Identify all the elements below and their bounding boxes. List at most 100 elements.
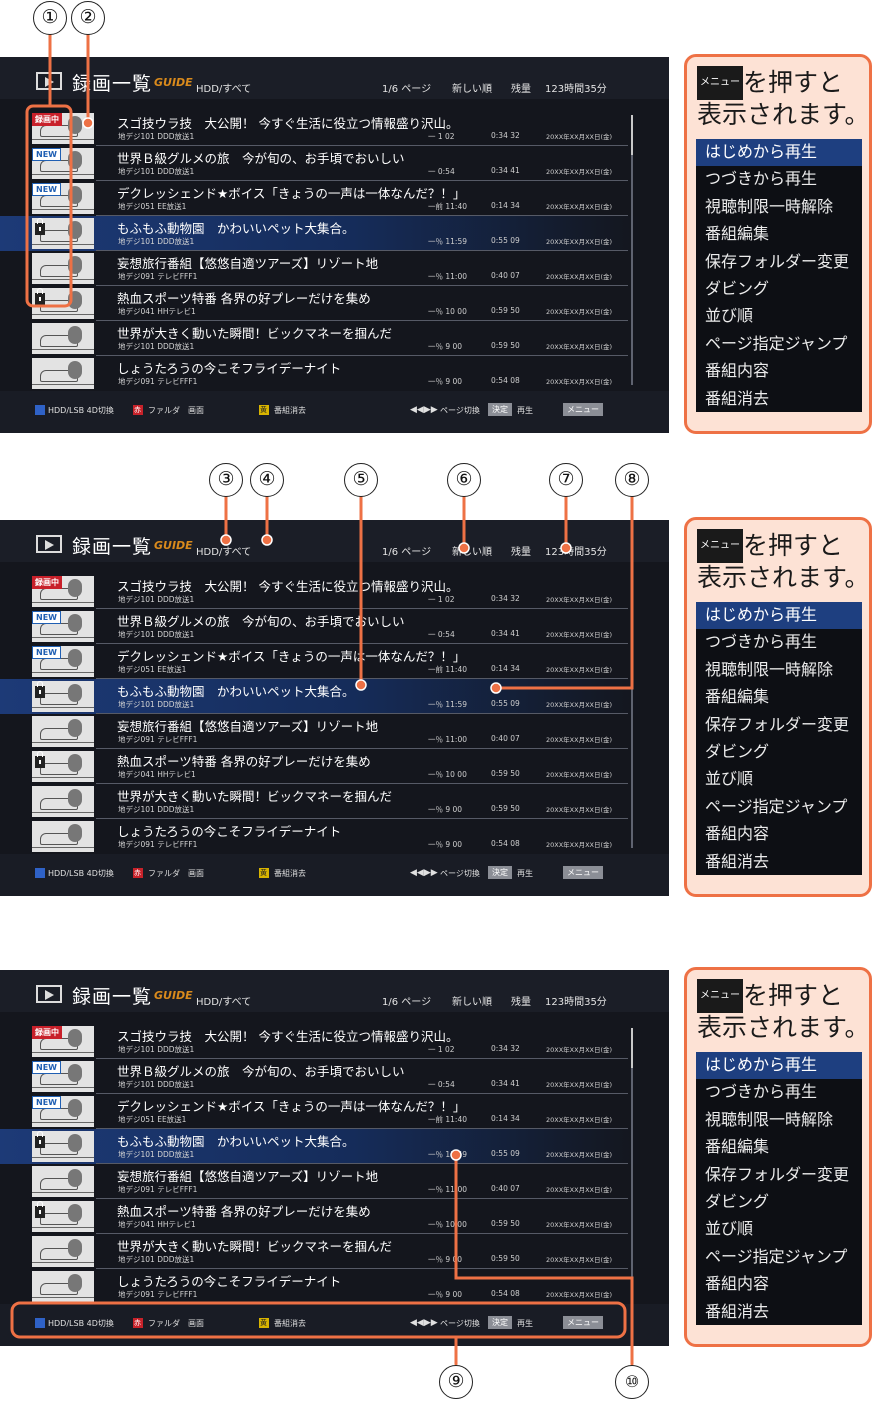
menu-item[interactable]: 視聴制限一時解除 [696,657,862,684]
sort-order[interactable]: 新しい順 [452,543,492,558]
remaining-time: 123時間35分 [545,84,607,95]
menu-item[interactable]: つづきから再生 [696,166,862,193]
footer-yellow-key: 黄 [260,869,267,877]
menu-item[interactable]: 番組内容 [696,821,862,848]
program-row[interactable]: しょうたろうの今こそフライデーナイト 地デジ091 テレビFFF1 一％ 9 00 0… [0,1269,640,1304]
menu-item[interactable]: 保存フォルダー変更 [696,712,862,739]
menu-item[interactable]: はじめから再生 [696,139,862,166]
program-channel: 地デジ051 EE放送1 [118,665,187,674]
footer-red-label: ファルダ 画面 [148,869,204,878]
program-row[interactable]: 妄想旅行番組【悠悠自適ツアーズ】リゾート地 地デジ091 テレビFFF1 一％ 11… [0,714,640,749]
menu-item[interactable]: 番組編集 [696,684,862,711]
callout-1: ① [33,1,67,35]
menu-item[interactable]: 並び順 [696,1216,862,1243]
program-date: 20XX年XX月XX日(金) [546,736,613,744]
program-day: 一％ 11:59 [428,237,467,246]
program-thumbnail [32,1201,94,1232]
program-row[interactable]: 録画中 スゴ技ウラ技 大公開！ 今すぐ生活に役立つ情報盛り沢山。 地デジ101 DD… [0,1024,640,1059]
menu-item[interactable]: 番組消去 [696,849,862,876]
program-duration: 0:14 34 [491,664,520,673]
scrollbar-thumb[interactable] [631,115,633,155]
footer-guide: HDD/LSB 4D切換 赤ファルダ 画面 黄番組消去 ◀◀▶▶ ページ切換 決定 再生 メニ… [0,854,669,896]
program-row[interactable]: 世界が大きく動いた瞬間！ビックマネーを掴んだ 地デジ101 DDD放送1 一％ 9 … [0,321,640,356]
program-row[interactable]: もふもふ動物園 かわいいペット大集合。 地デジ101 DDD放送1 一％ 11:59… [0,216,640,251]
guide-logo: GUIDE [154,539,193,552]
source-filter[interactable]: HDD/すべて [196,993,251,1008]
program-row[interactable]: 世界が大きく動いた瞬間！ビックマネーを掴んだ 地デジ101 DDD放送1 一％ 9 … [0,784,640,819]
menu-item[interactable]: ダビング [696,739,862,766]
program-row[interactable]: 世界が大きく動いた瞬間！ビックマネーを掴んだ 地デジ101 DDD放送1 一％ 9 … [0,1234,640,1269]
scrollbar[interactable] [631,1028,633,1298]
program-day: 一前 11:40 [428,665,467,674]
lock-icon [35,1131,45,1148]
program-row[interactable]: 熱血スポーツ特番 各界の好プレーだけを集め 地デジ041 HHテレビ1 一％ 10 … [0,1199,640,1234]
menu-item[interactable]: 番組編集 [696,221,862,248]
program-row[interactable]: NEW 世界Ｂ級グルメの旅 今が旬の、お手頃でおいしい 地デジ101 DDD放送1 一… [0,146,640,181]
program-channel: 地デジ101 DDD放送1 [118,1080,195,1089]
scrollbar[interactable] [631,115,633,385]
menu-item[interactable]: ダビング [696,1189,862,1216]
program-duration: 0:14 34 [491,1114,520,1123]
program-row[interactable]: 妄想旅行番組【悠悠自適ツアーズ】リゾート地 地デジ091 テレビFFF1 一％ 11… [0,1164,640,1199]
menu-item[interactable]: ダビング [696,276,862,303]
program-channel: 地デジ101 DDD放送1 [118,595,195,604]
menu-item[interactable]: 視聴制限一時解除 [696,194,862,221]
scrollbar-thumb[interactable] [631,1028,633,1068]
sort-order[interactable]: 新しい順 [452,80,492,95]
program-title: しょうたろうの今こそフライデーナイト [117,361,342,376]
sort-order[interactable]: 新しい順 [452,993,492,1008]
menu-item[interactable]: ページ指定ジャンプ [696,794,862,821]
menu-item[interactable]: 番組内容 [696,358,862,385]
page-indicator: 1/6 ページ [382,547,432,558]
program-title: 熱血スポーツ特番 各界の好プレーだけを集め [117,1204,371,1219]
program-duration: 0:55 09 [491,699,520,708]
program-date: 20XX年XX月XX日(金) [546,1221,613,1229]
menu-item[interactable]: 保存フォルダー変更 [696,1162,862,1189]
menu-item[interactable]: 番組消去 [696,386,862,413]
program-duration: 0:54 08 [491,839,520,848]
program-title: デクレッシェンド★ボイス「きょうの一声は一体なんだ？！」 [117,186,466,201]
program-date: 20XX年XX月XX日(金) [546,238,613,246]
menu-item[interactable]: 視聴制限一時解除 [696,1107,862,1134]
program-row[interactable]: NEW デクレッシェンド★ボイス「きょうの一声は一体なんだ？！」 地デジ051 EE… [0,1094,640,1129]
menu-item[interactable]: 保存フォルダー変更 [696,249,862,276]
menu-item[interactable]: ページ指定ジャンプ [696,331,862,358]
source-filter[interactable]: HDD/すべて [196,80,251,95]
program-row[interactable]: しょうたろうの今こそフライデーナイト 地デジ091 テレビFFF1 一％ 9 00 0… [0,819,640,854]
program-date: 20XX年XX月XX日(金) [546,378,613,386]
source-filter[interactable]: HDD/すべて [196,543,251,558]
menu-item[interactable]: 並び順 [696,303,862,330]
lock-icon [35,751,45,768]
program-thumbnail [32,288,94,319]
menu-item[interactable]: 番組消去 [696,1299,862,1326]
program-duration: 0:59 50 [491,306,520,315]
menu-item[interactable]: ページ指定ジャンプ [696,1244,862,1271]
footer-yellow-label: 番組消去 [274,1319,306,1328]
program-row[interactable]: NEW 世界Ｂ級グルメの旅 今が旬の、お手頃でおいしい 地デジ101 DDD放送1 一… [0,1059,640,1094]
program-title: スゴ技ウラ技 大公開！ 今すぐ生活に役立つ情報盛り沢山。 [117,579,459,594]
program-row[interactable]: 妄想旅行番組【悠悠自適ツアーズ】リゾート地 地デジ091 テレビFFF1 一％ 11… [0,251,640,286]
scrollbar[interactable] [631,578,633,848]
program-row[interactable]: 録画中 スゴ技ウラ技 大公開！ 今すぐ生活に役立つ情報盛り沢山。 地デジ101 DD… [0,574,640,609]
program-row[interactable]: NEW 世界Ｂ級グルメの旅 今が旬の、お手頃でおいしい 地デジ101 DDD放送1 一… [0,609,640,644]
remaining-label: 残量 [511,997,531,1008]
program-row[interactable]: もふもふ動物園 かわいいペット大集合。 地デジ101 DDD放送1 一％ 11:59… [0,1129,640,1164]
menu-item[interactable]: 番組編集 [696,1134,862,1161]
scrollbar-thumb[interactable] [631,578,633,618]
new-badge: NEW [32,1096,61,1109]
menu-item[interactable]: つづきから再生 [696,1079,862,1106]
menu-item[interactable]: はじめから再生 [696,602,862,629]
program-row[interactable]: もふもふ動物園 かわいいペット大集合。 地デジ101 DDD放送1 一％ 11:59… [0,679,640,714]
menu-item[interactable]: 並び順 [696,766,862,793]
program-row[interactable]: 熱血スポーツ特番 各界の好プレーだけを集め 地デジ041 HHテレビ1 一％ 10 … [0,749,640,784]
callout-9: ⑨ [439,1365,473,1399]
program-row[interactable]: 熱血スポーツ特番 各界の好プレーだけを集め 地デジ041 HHテレビ1 一％ 10 … [0,286,640,321]
menu-item[interactable]: つづきから再生 [696,629,862,656]
program-row[interactable]: NEW デクレッシェンド★ボイス「きょうの一声は一体なんだ？！」 地デジ051 EE… [0,644,640,679]
program-row[interactable]: 録画中 スゴ技ウラ技 大公開！ 今すぐ生活に役立つ情報盛り沢山。 地デジ101 DD… [0,111,640,146]
program-row[interactable]: しょうたろうの今こそフライデーナイト 地デジ091 テレビFFF1 一％ 9 00 0… [0,356,640,391]
menu-item[interactable]: はじめから再生 [696,1052,862,1079]
program-row[interactable]: NEW デクレッシェンド★ボイス「きょうの一声は一体なんだ？！」 地デジ051 EE… [0,181,640,216]
program-duration: 0:40 07 [491,271,520,280]
menu-item[interactable]: 番組内容 [696,1271,862,1298]
